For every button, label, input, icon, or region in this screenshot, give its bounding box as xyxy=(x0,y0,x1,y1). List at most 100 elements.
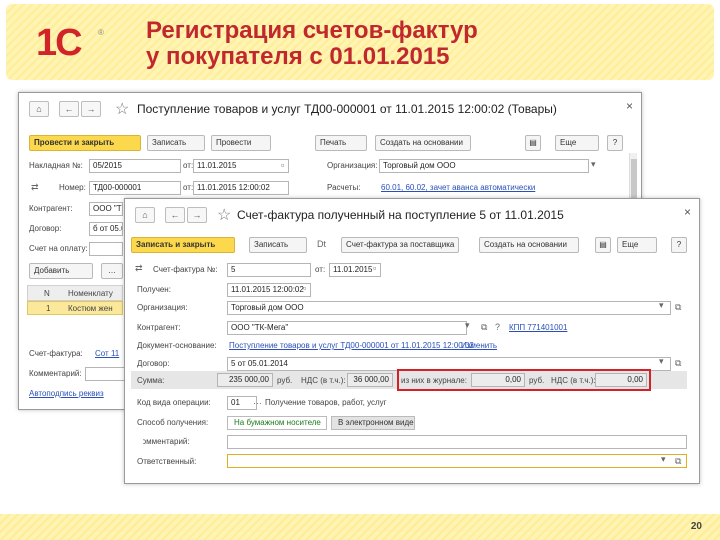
base-document-link[interactable]: Поступление товаров и услуг ТД00-000001 … xyxy=(229,341,474,350)
help-button[interactable]: ? xyxy=(607,135,623,151)
create-based-on-button[interactable]: Создать на основании xyxy=(375,135,471,151)
save-and-close-button[interactable]: Записать и закрыть xyxy=(131,237,235,253)
forward-arrow-icon[interactable]: → xyxy=(81,101,101,117)
received-field[interactable]: 11.01.2015 12:00:02 xyxy=(227,283,311,297)
organization-field[interactable]: Торговый дом ООО xyxy=(227,301,671,315)
open-icon[interactable]: ⧉ xyxy=(675,302,681,313)
counterparty-field[interactable]: ООО "ТК-Мега" xyxy=(227,321,467,335)
open-icon[interactable]: … xyxy=(253,396,262,406)
chevron-down-icon[interactable]: ▾ xyxy=(659,356,664,367)
post-button[interactable]: Провести xyxy=(211,135,271,151)
calculations-label: Расчеты: xyxy=(327,183,361,192)
home-icon[interactable]: ⌂ xyxy=(135,207,155,223)
invoice-date-field[interactable]: 11.01.2015 xyxy=(193,159,289,173)
page-number: 20 xyxy=(690,521,702,532)
number-date-field[interactable]: 11.01.2015 12:00:02 xyxy=(193,181,289,195)
col-nomenclature-header: Номенклату xyxy=(68,289,113,298)
post-and-close-button[interactable]: Провести и закрыть xyxy=(29,135,141,151)
col-n-header: N xyxy=(44,289,50,298)
op-code-label: Код вида операции: xyxy=(137,398,211,407)
organization-label: Организация: xyxy=(137,303,188,312)
more-button[interactable]: Еще xyxy=(617,237,657,253)
vat-field: 36 000,00 xyxy=(347,373,393,387)
responsible-field[interactable] xyxy=(227,454,687,468)
contract-field[interactable]: б от 05.0 xyxy=(89,222,123,236)
method-paper-toggle[interactable]: На бумажном носителе xyxy=(227,416,327,430)
sum-currency: руб. xyxy=(277,376,293,385)
chevron-down-icon[interactable]: ▾ xyxy=(661,454,666,465)
logo-text: 1С xyxy=(36,22,83,64)
invoice-for-supplier-button[interactable]: Счет-фактура за поставщика xyxy=(341,237,459,253)
calendar-icon[interactable]: ▫ xyxy=(303,283,306,293)
contract-label: Договор: xyxy=(137,359,170,368)
forward-arrow-icon[interactable]: → xyxy=(187,207,207,223)
adjust-details-link[interactable]: Автоподпись реквиз xyxy=(29,389,104,398)
change-link[interactable]: Изменить xyxy=(461,341,497,350)
method-label: Способ получения: xyxy=(137,418,209,427)
report-icon[interactable]: ▤ xyxy=(595,237,611,253)
document-number-icon: ⇄ xyxy=(31,182,39,192)
back-arrow-icon[interactable]: ← xyxy=(59,101,79,117)
slide-title-line1: Регистрация счетов-фактур xyxy=(146,17,478,44)
open-icon[interactable]: ⧉ xyxy=(481,322,487,333)
counterparty-field[interactable]: ООО "Т xyxy=(89,202,123,216)
row-number: 1 xyxy=(46,304,51,313)
journal-vat-field: 0,00 xyxy=(595,373,647,387)
chevron-down-icon[interactable]: ▾ xyxy=(659,300,664,311)
back-arrow-icon[interactable]: ← xyxy=(165,207,185,223)
create-based-on-button[interactable]: Создать на основании xyxy=(479,237,579,253)
debit-credit-icon[interactable]: Dt xyxy=(317,239,326,249)
more-button[interactable]: Еще xyxy=(555,135,599,151)
favorite-star-icon[interactable]: ☆ xyxy=(217,205,231,225)
number-field[interactable]: ТД00-000001 xyxy=(89,181,181,195)
question-icon[interactable]: ? xyxy=(495,322,500,332)
contract-label: Договор: xyxy=(29,224,62,233)
calendar-icon[interactable]: ▫ xyxy=(373,263,376,273)
comment-field[interactable] xyxy=(227,435,687,449)
help-button[interactable]: ? xyxy=(671,237,687,253)
base-document-label: Документ-основание: xyxy=(137,341,217,350)
window-titlebar: ⌂ ← → ☆ Поступление товаров и услуг ТД00… xyxy=(19,93,641,121)
invoice-icon: ⇄ xyxy=(135,263,143,273)
table-tool-button[interactable]: … xyxy=(101,263,123,279)
calendar-icon[interactable]: ▫ xyxy=(281,160,284,170)
close-icon[interactable]: × xyxy=(684,205,691,219)
invoice-link[interactable]: Сот 11 xyxy=(95,349,119,358)
invoice-date-from-label: от: xyxy=(315,265,326,274)
slide-footer: 20 xyxy=(0,514,720,540)
pay-invoice-field[interactable] xyxy=(89,242,123,256)
journal-currency: руб. xyxy=(529,376,545,385)
chevron-down-icon[interactable]: ▾ xyxy=(591,159,596,170)
report-icon[interactable]: ▤ xyxy=(525,135,541,151)
save-button[interactable]: Записать xyxy=(147,135,205,151)
kpp-link[interactable]: КПП 771401001 xyxy=(509,323,567,332)
scrollbar-thumb[interactable] xyxy=(631,159,637,199)
save-button[interactable]: Записать xyxy=(249,237,307,253)
comment-field[interactable] xyxy=(85,367,125,381)
comment-label: Комментарий: xyxy=(29,369,82,378)
goods-table-header: N Номенклату xyxy=(27,285,123,301)
calculations-link[interactable]: 60.01, 60.02, зачет аванса автоматически xyxy=(381,183,535,192)
organization-field[interactable]: Торговый дом ООО xyxy=(379,159,589,173)
comment-label: Комментарий: xyxy=(137,437,190,446)
invoice-no-label: Накладная №: xyxy=(29,161,83,170)
home-icon[interactable]: ⌂ xyxy=(29,101,49,117)
invoice-date-from-label: от: xyxy=(183,161,194,170)
add-row-button[interactable]: Добавить xyxy=(29,263,93,279)
close-icon[interactable]: × xyxy=(626,99,633,113)
table-row[interactable]: 1 Костюм жен xyxy=(27,301,123,315)
print-button[interactable]: Печать xyxy=(315,135,367,151)
invoice-no-field[interactable]: 5 xyxy=(227,263,311,277)
number-label: Номер: xyxy=(59,183,86,192)
invoice-no-field[interactable]: 05/2015 xyxy=(89,159,181,173)
sum-label: Сумма: xyxy=(137,376,165,385)
method-electronic-toggle[interactable]: В электронном виде xyxy=(331,416,415,430)
open-icon[interactable]: ⧉ xyxy=(675,456,681,467)
chevron-down-icon[interactable]: ▾ xyxy=(465,320,470,331)
row-nomenclature: Костюм жен xyxy=(68,304,113,313)
invoice-received-window: ⌂ ← → ☆ Счет-фактура полученный на посту… xyxy=(124,198,700,484)
open-icon[interactable]: ⧉ xyxy=(675,358,681,369)
favorite-star-icon[interactable]: ☆ xyxy=(115,99,129,119)
journal-label: из них в журнале: xyxy=(401,376,467,385)
registered-mark-icon: ® xyxy=(98,28,104,37)
